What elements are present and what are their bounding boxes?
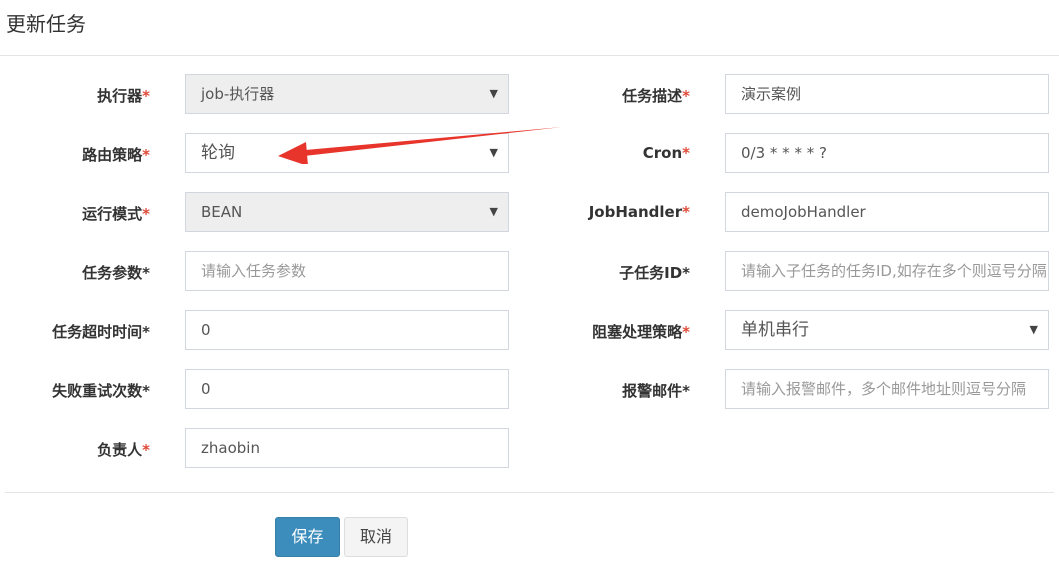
glue-type-label: 运行模式* — [82, 205, 150, 223]
retry-count-label: 失败重试次数* — [52, 382, 150, 400]
job-handler-label: JobHandler* — [588, 203, 690, 221]
form-row-3: 运行模式* BEAN ▼ JobHandler* demoJobHandler — [0, 192, 1059, 234]
route-strategy-value: 轮询 — [201, 143, 235, 163]
job-desc-input[interactable]: 演示案例 — [725, 74, 1049, 114]
author-input[interactable]: zhaobin — [185, 428, 509, 468]
executor-value: job-执行器 — [201, 85, 275, 103]
caret-down-icon: ▼ — [489, 205, 498, 218]
caret-down-icon: ▼ — [1029, 323, 1038, 336]
form-row-4: 任务参数* 请输入任务参数 子任务ID* 请输入子任务的任务ID,如存在多个则逗… — [0, 251, 1059, 293]
form-row-7: 负责人* zhaobin — [0, 428, 1059, 470]
retry-count-input[interactable]: 0 — [185, 369, 509, 409]
cron-label: Cron* — [642, 144, 690, 162]
timeout-input[interactable]: 0 — [185, 310, 509, 350]
job-param-label: 任务参数* — [82, 264, 150, 282]
form-row-1: 执行器* job-执行器 ▼ 任务描述* 演示案例 — [0, 74, 1059, 116]
footer-divider — [5, 492, 1054, 493]
red-annotation-arrow-icon — [278, 127, 562, 164]
caret-down-icon: ▼ — [489, 87, 498, 100]
child-job-id-label: 子任务ID* — [619, 264, 690, 282]
block-strategy-label: 阻塞处理策略* — [592, 323, 690, 341]
alarm-email-input[interactable]: 请输入报警邮件，多个邮件地址则逗号分隔 — [725, 369, 1049, 409]
alarm-email-label: 报警邮件* — [622, 382, 690, 400]
executor-label: 执行器* — [97, 87, 150, 105]
header-divider — [0, 55, 1059, 56]
job-desc-label: 任务描述* — [622, 87, 690, 105]
child-job-id-input[interactable]: 请输入子任务的任务ID,如存在多个则逗号分隔 — [725, 251, 1049, 291]
job-handler-input[interactable]: demoJobHandler — [725, 192, 1049, 232]
block-strategy-value: 单机串行 — [741, 320, 809, 340]
timeout-label: 任务超时时间* — [52, 323, 150, 341]
save-button[interactable]: 保存 — [275, 517, 340, 557]
form-row-5: 任务超时时间* 0 阻塞处理策略* 单机串行 ▼ — [0, 310, 1059, 352]
form-row-6: 失败重试次数* 0 报警邮件* 请输入报警邮件，多个邮件地址则逗号分隔 — [0, 369, 1059, 411]
executor-select[interactable]: job-执行器 ▼ — [185, 74, 509, 114]
job-param-input[interactable]: 请输入任务参数 — [185, 251, 509, 291]
glue-type-value: BEAN — [201, 203, 243, 221]
author-label: 负责人* — [97, 441, 150, 459]
glue-type-select[interactable]: BEAN ▼ — [185, 192, 509, 232]
modal-title: 更新任务 — [6, 12, 86, 36]
block-strategy-select[interactable]: 单机串行 ▼ — [725, 310, 1049, 350]
cron-input[interactable]: 0/3 * * * * ? — [725, 133, 1049, 173]
route-strategy-label: 路由策略* — [82, 146, 150, 164]
cancel-button[interactable]: 取消 — [344, 517, 408, 557]
